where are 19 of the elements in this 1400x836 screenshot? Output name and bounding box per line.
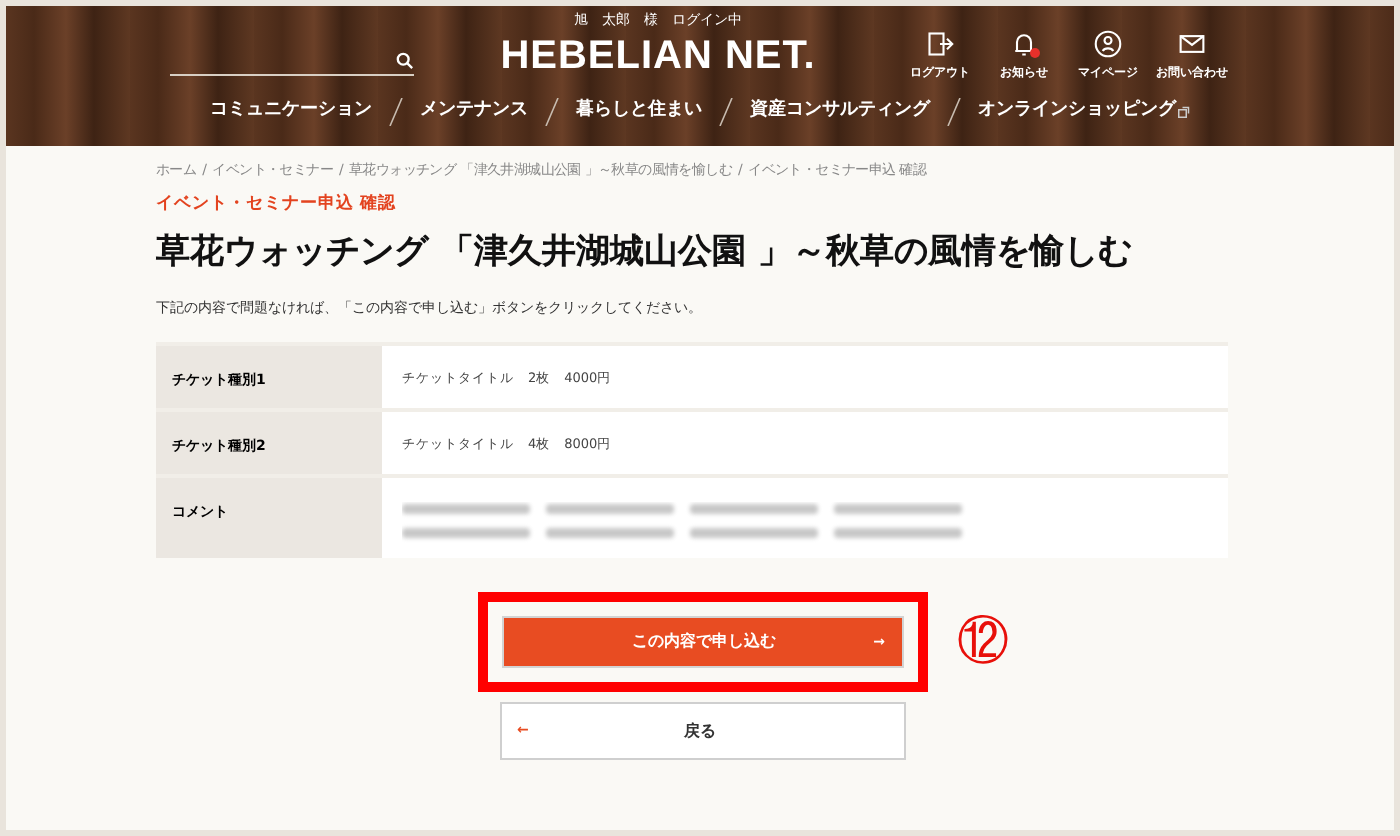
nav-link[interactable]: オンラインショッピング	[978, 98, 1190, 126]
annotation-number: ⑫	[957, 612, 1009, 672]
site-logo[interactable]: HEBELIAN NET.	[500, 30, 816, 82]
search-icon	[396, 51, 414, 69]
page-subtitle: イベント・セミナー申込 確認	[156, 192, 398, 216]
user-icon	[1094, 30, 1122, 58]
nav-link[interactable]: 暮らしと住まい	[576, 98, 702, 126]
page-title: 草花ウォッチング 「津久井湖城山公園 」～秋草の風情を愉しむ	[156, 230, 1134, 276]
nav-link[interactable]: メンテナンス	[420, 98, 528, 126]
bell-icon	[1010, 30, 1038, 58]
mail-icon	[1178, 30, 1206, 58]
logout-icon	[926, 30, 954, 58]
slash-divider	[388, 98, 404, 126]
external-link-icon	[1178, 106, 1190, 118]
nav-link[interactable]: 資産コンサルティング	[750, 98, 930, 126]
slash-divider	[544, 98, 560, 126]
slash-divider	[946, 98, 962, 126]
slash-divider	[718, 98, 734, 126]
nav-link[interactable]: コミュニケーション	[210, 98, 372, 126]
